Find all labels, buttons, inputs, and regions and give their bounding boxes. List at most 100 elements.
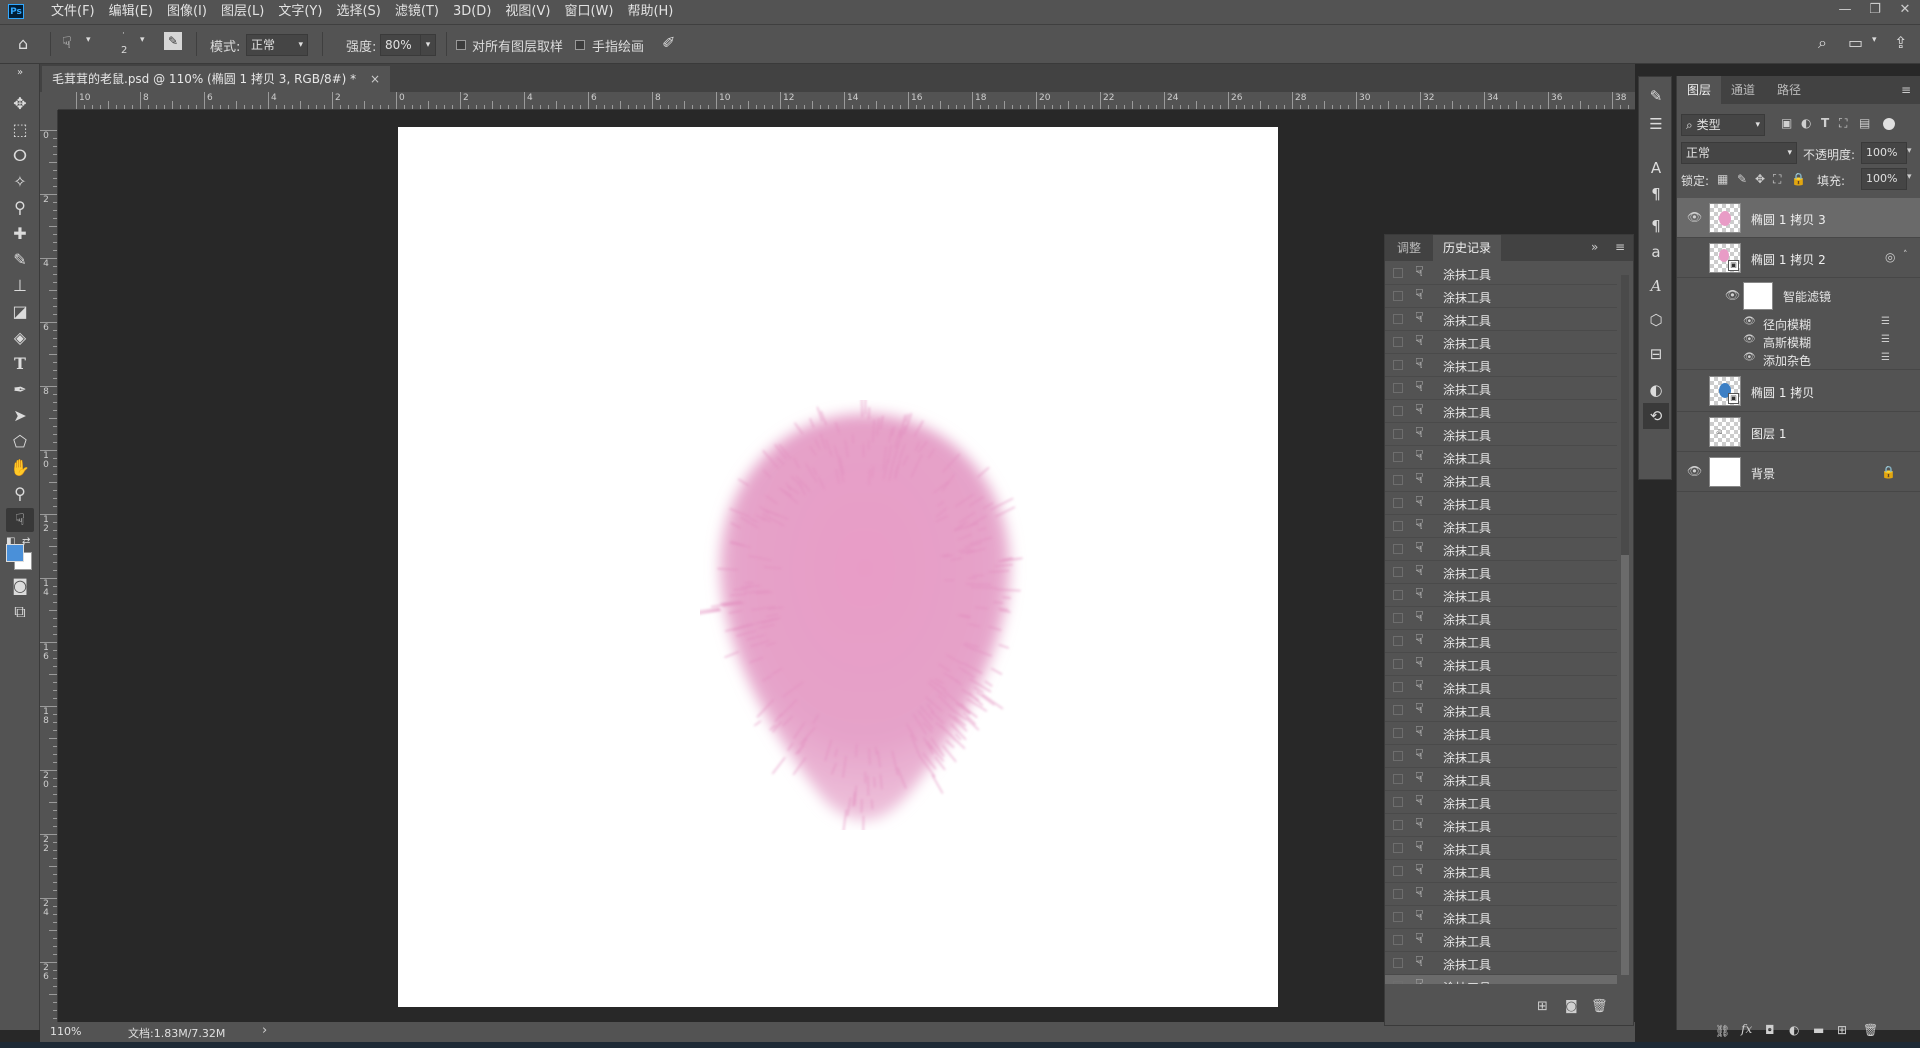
pen-tool-icon[interactable]: ✒ — [6, 378, 34, 402]
adjustment-layer-icon[interactable]: ◐ — [1789, 1023, 1799, 1037]
filter-toggle-icon[interactable] — [1883, 118, 1895, 130]
filter-name[interactable]: 径向模糊 — [1763, 316, 1811, 333]
history-item[interactable]: ☟ 涂抹工具 — [1385, 331, 1617, 354]
add-mask-icon[interactable]: ◘ — [1765, 1023, 1775, 1037]
character-panel-icon[interactable]: A — [1643, 155, 1669, 181]
tab-history[interactable]: 历史记录 — [1433, 235, 1502, 261]
history-snapshot-checkbox[interactable] — [1393, 912, 1403, 922]
brush-panel-icon[interactable]: ✎ — [1643, 83, 1669, 109]
horizontal-ruler[interactable]: 10 8 6 4 2 0 2 4 6 8 10 12 14 16 18 20 22 24 26 28 30 32 34 36 3… — [58, 92, 1635, 110]
menu-type[interactable]: 文字(Y) — [271, 0, 329, 24]
history-item[interactable]: ☟ 涂抹工具 — [1385, 883, 1617, 906]
properties-panel-icon[interactable]: ⊟ — [1643, 341, 1669, 367]
filter-row-add-noise[interactable]: 👁 添加杂色 ☰ — [1677, 350, 1920, 370]
layer-row-ellipse-copy[interactable]: ▣ 椭圆 1 拷贝 — [1677, 370, 1920, 412]
close-tab-icon[interactable]: × — [370, 72, 380, 86]
home-icon[interactable]: ⌂ — [18, 34, 28, 53]
tab-adjustments[interactable]: 调整 — [1387, 235, 1431, 261]
history-snapshot-checkbox[interactable] — [1393, 659, 1403, 669]
minimize-icon[interactable]: — — [1830, 0, 1860, 22]
menu-filter[interactable]: 滤镜(T) — [388, 0, 446, 24]
path-select-icon[interactable]: ➤ — [6, 404, 34, 428]
history-snapshot-checkbox[interactable] — [1393, 452, 1403, 462]
history-item[interactable]: ☟ 涂抹工具 — [1385, 906, 1617, 929]
filter-blend-options-icon[interactable]: ☰ — [1881, 316, 1890, 327]
hand-tool-icon[interactable]: ✋ — [6, 456, 34, 480]
brush-settings-panel-icon[interactable]: ☰ — [1643, 111, 1669, 137]
menu-window[interactable]: 窗口(W) — [557, 0, 620, 24]
layer-row-background[interactable]: 👁 背景 🔒 — [1677, 452, 1920, 492]
stamp-tool-icon[interactable]: ⊥ — [6, 274, 34, 298]
filter-adjustment-icon[interactable]: ◐ — [1801, 116, 1811, 130]
history-snapshot-checkbox[interactable] — [1393, 820, 1403, 830]
history-item[interactable]: ☟ 涂抹工具 — [1385, 607, 1617, 630]
move-tool-icon[interactable]: ✥ — [6, 92, 34, 116]
history-snapshot-checkbox[interactable] — [1393, 475, 1403, 485]
quick-mask-icon[interactable]: ◙ — [6, 574, 34, 598]
history-item[interactable]: ☟ 涂抹工具 — [1385, 538, 1617, 561]
visibility-off-box[interactable] — [1687, 384, 1697, 394]
chevron-down-icon[interactable]: ▾ — [1907, 172, 1912, 182]
new-layer-icon[interactable]: ⊞ — [1837, 1023, 1847, 1037]
smart-filters-row[interactable]: 👁 智能滤镜 — [1677, 278, 1920, 314]
history-snapshot-checkbox[interactable] — [1393, 935, 1403, 945]
zoom-level[interactable]: 110% — [50, 1025, 81, 1038]
layer-filter-select[interactable]: ⌕ 类型 ▾ — [1681, 114, 1765, 136]
layer-name[interactable]: 椭圆 1 拷贝 3 — [1751, 211, 1826, 228]
visibility-eye-icon[interactable]: 👁 — [1743, 352, 1756, 363]
lock-pixels-icon[interactable]: ✎ — [1737, 172, 1747, 186]
history-snapshot-checkbox[interactable] — [1393, 843, 1403, 853]
history-snapshot-checkbox[interactable] — [1393, 268, 1403, 278]
menu-select[interactable]: 选择(S) — [329, 0, 387, 24]
lock-icon[interactable]: 🔒 — [1881, 465, 1896, 479]
filter-name[interactable]: 高斯模糊 — [1763, 334, 1811, 351]
visibility-eye-icon[interactable]: 👁 — [1687, 464, 1702, 478]
lock-transparent-icon[interactable]: ▦ — [1717, 172, 1728, 186]
paint-bucket-icon[interactable]: ◈ — [6, 326, 34, 350]
expand-panel-icon[interactable]: » — [1591, 240, 1598, 254]
filter-blend-options-icon[interactable]: ☰ — [1881, 352, 1890, 363]
layer-row-ellipse-copy-2[interactable]: ▣ 椭圆 1 拷贝 2 ◎ ˄ — [1677, 238, 1920, 278]
history-item[interactable]: ☟ 涂抹工具 — [1385, 354, 1617, 377]
menu-image[interactable]: 图像(I) — [160, 0, 214, 24]
status-arrow-icon[interactable]: › — [262, 1023, 267, 1038]
history-item[interactable]: ☟ 涂抹工具 — [1385, 446, 1617, 469]
history-scrollbar-thumb[interactable] — [1621, 555, 1629, 975]
foreground-color-swatch[interactable] — [6, 544, 24, 562]
menu-layer[interactable]: 图层(L) — [214, 0, 271, 24]
history-item[interactable]: ☟ 涂抹工具 — [1385, 975, 1617, 984]
panel-menu-icon[interactable]: ≡ — [1615, 240, 1625, 254]
mode-select[interactable]: 正常 ▾ — [246, 34, 308, 56]
eraser-tool-icon[interactable]: ◪ — [6, 300, 34, 324]
history-item[interactable]: ☟ 涂抹工具 — [1385, 423, 1617, 446]
layer-name[interactable]: 图层 1 — [1751, 425, 1786, 442]
collapse-effects-icon[interactable]: ˄ — [1903, 250, 1908, 260]
layer-name[interactable]: 椭圆 1 拷贝 2 — [1751, 251, 1826, 268]
smudge-tool-preset-icon[interactable]: ☟ — [62, 33, 72, 52]
visibility-off-box[interactable] — [1687, 252, 1697, 262]
visibility-eye-icon[interactable]: 👁 — [1743, 334, 1756, 345]
filter-blend-options-icon[interactable]: ☰ — [1881, 334, 1890, 345]
history-snapshot-checkbox[interactable] — [1393, 314, 1403, 324]
brush-size[interactable]: 2 — [121, 45, 127, 56]
chevron-down-icon[interactable]: ▾ — [1872, 35, 1877, 45]
fx-icon[interactable]: fx — [1741, 1022, 1752, 1036]
strength-input[interactable]: 80% — [380, 34, 422, 56]
chevron-down-icon[interactable]: ▾ — [140, 35, 145, 45]
collapse-icon[interactable]: » — [6, 66, 34, 80]
history-snapshot-checkbox[interactable] — [1393, 866, 1403, 876]
history-item[interactable]: ☟ 涂抹工具 — [1385, 676, 1617, 699]
history-item[interactable]: ☟ 涂抹工具 — [1385, 561, 1617, 584]
history-item[interactable]: ☟ 涂抹工具 — [1385, 469, 1617, 492]
fill-input[interactable]: 100% — [1861, 168, 1907, 190]
pressure-icon[interactable]: ✐ — [662, 33, 675, 52]
glyphs-panel-icon[interactable]: A — [1643, 273, 1669, 299]
finger-paint-checkbox[interactable] — [575, 40, 585, 50]
smart-filter-icon[interactable]: ◎ — [1885, 250, 1895, 264]
history-item[interactable]: ☟ 涂抹工具 — [1385, 745, 1617, 768]
history-item[interactable]: ☟ 涂抹工具 — [1385, 262, 1617, 285]
history-item[interactable]: ☟ 涂抹工具 — [1385, 308, 1617, 331]
history-snapshot-checkbox[interactable] — [1393, 636, 1403, 646]
history-snapshot-checkbox[interactable] — [1393, 291, 1403, 301]
chevron-down-icon[interactable]: ▾ — [86, 35, 91, 45]
